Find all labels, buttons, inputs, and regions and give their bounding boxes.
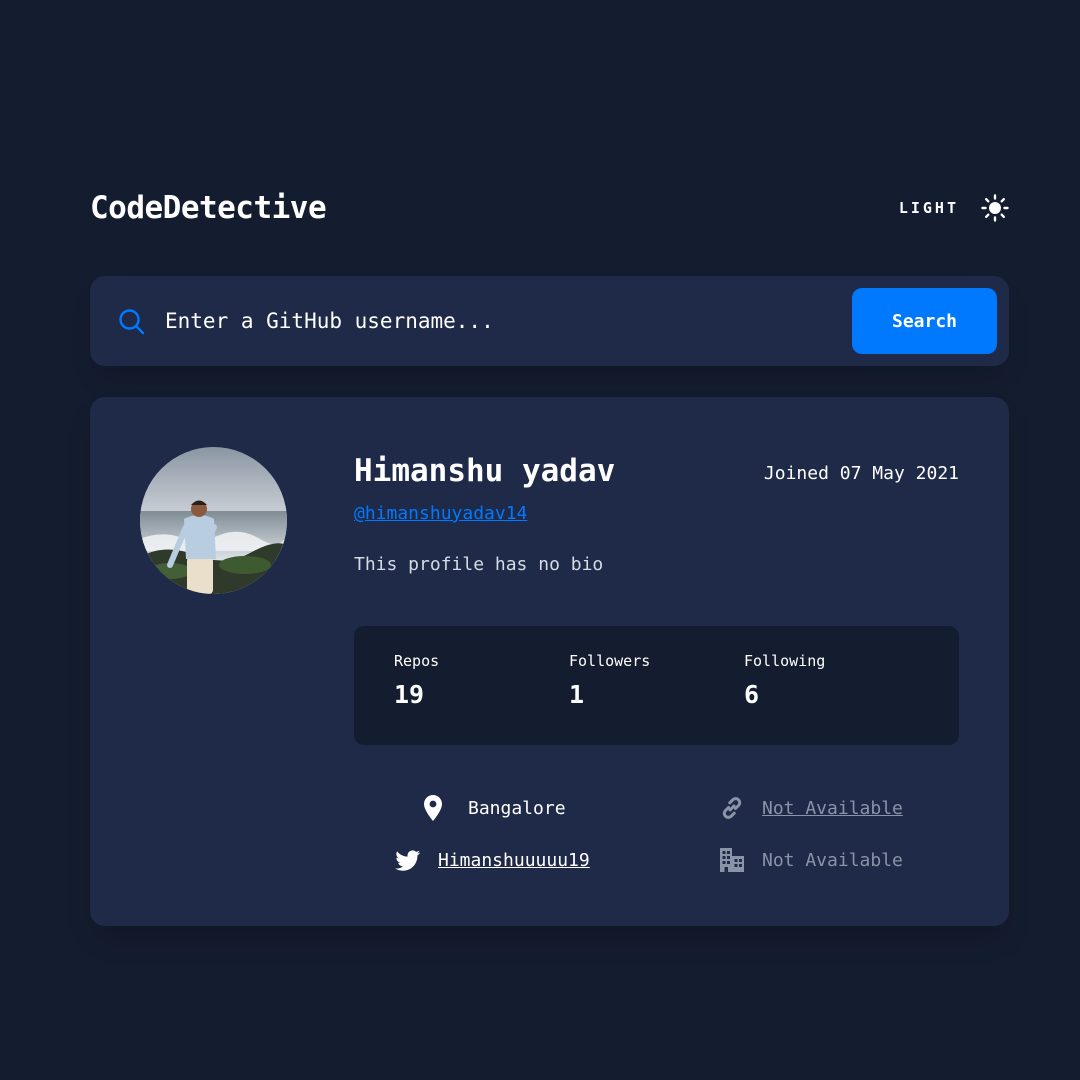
profile-card: Himanshu yadav Joined 07 May 2021 @himan… <box>90 397 1009 926</box>
stat-label: Following <box>744 652 826 670</box>
avatar <box>140 447 287 594</box>
joined-date: Joined 07 May 2021 <box>763 463 959 484</box>
location-text: Bangalore <box>468 797 566 819</box>
app-logo: CodeDetective <box>90 190 327 226</box>
search-bar: Search <box>90 276 1009 366</box>
stat-followers: Followers 1 <box>569 652 729 709</box>
link-icon <box>722 797 742 819</box>
twitter-link[interactable]: Himanshuuuuu19 <box>438 850 590 871</box>
header: CodeDetective LIGHT <box>90 186 1009 230</box>
stats-panel: Repos 19 Followers 1 Following 6 <box>354 626 959 745</box>
stat-following: Following 6 <box>744 652 904 709</box>
stat-label: Followers <box>569 652 651 670</box>
stat-repos: Repos 19 <box>394 652 554 709</box>
app-container: CodeDetective LIGHT Enter a GitHub usern… <box>90 0 1009 1080</box>
website-row: Not Available <box>719 793 903 823</box>
profile-login-link[interactable]: @himanshuyadav14 <box>354 503 527 524</box>
location-row: Bangalore <box>424 793 566 823</box>
twitter-row: Himanshuuuuu19 <box>395 845 590 875</box>
stat-value: 6 <box>744 680 760 709</box>
company-building-icon <box>720 848 744 872</box>
profile-bio: This profile has no bio <box>354 554 604 575</box>
search-icon <box>119 309 145 335</box>
company-text: Not Available <box>762 849 903 871</box>
location-pin-icon <box>424 795 442 821</box>
search-input[interactable] <box>165 298 835 344</box>
theme-toggle[interactable]: LIGHT <box>899 194 1009 222</box>
profile-name: Himanshu yadav <box>354 453 616 489</box>
company-row: Not Available <box>719 845 903 875</box>
stat-value: 19 <box>394 680 425 709</box>
stat-value: 1 <box>569 680 585 709</box>
sun-icon <box>981 194 1009 222</box>
website-link[interactable]: Not Available <box>762 798 903 819</box>
stat-label: Repos <box>394 652 440 670</box>
search-button[interactable]: Search <box>852 288 997 354</box>
twitter-icon <box>395 849 420 871</box>
theme-toggle-label: LIGHT <box>898 199 959 217</box>
